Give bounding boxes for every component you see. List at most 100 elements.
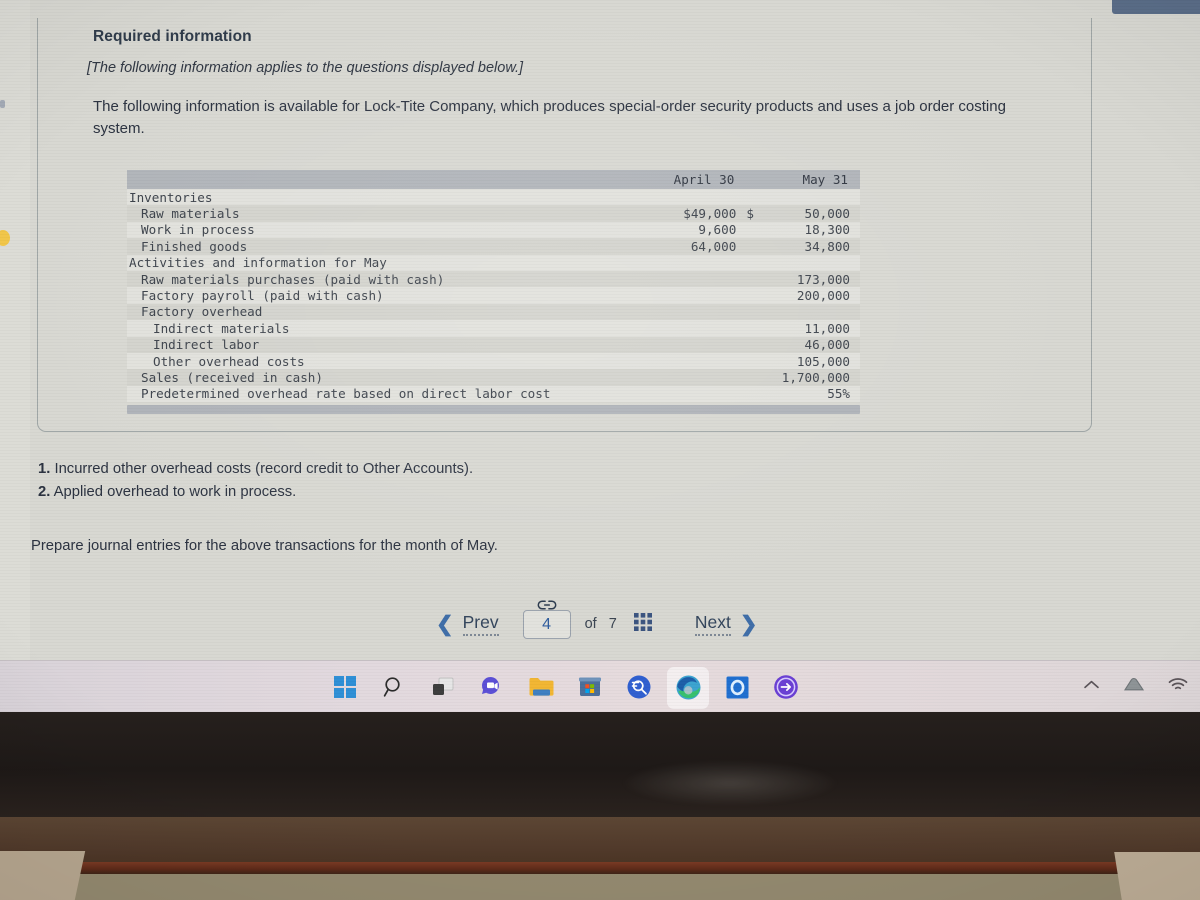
cell-may-31 [762, 255, 860, 271]
paper-right [1114, 852, 1200, 900]
left-edge-marker [0, 100, 5, 108]
search-button[interactable] [379, 672, 409, 702]
instruction-number: 2. [38, 483, 51, 500]
cell-april-30: $49,000 [683, 206, 737, 222]
cell-april-30 [656, 369, 747, 385]
paper-left [0, 851, 86, 900]
row-label: Indirect materials [153, 320, 290, 336]
search-app-button[interactable] [624, 672, 654, 702]
table-row: Activities and information for May [127, 254, 860, 271]
prev-button[interactable]: ❮ Prev [436, 612, 499, 637]
cell-currency-symbol [746, 369, 762, 385]
cell-april-30 [656, 255, 747, 271]
desk-lower-surface [0, 874, 1200, 900]
column-header-april-30: April 30 [655, 170, 747, 189]
page-of-label: of 7 [585, 616, 617, 632]
instruction-item: 2. Applied overhead to work in process. [38, 481, 473, 504]
link-icon[interactable] [537, 598, 557, 616]
chevron-left-icon: ❮ [436, 612, 454, 636]
row-label: Inventories [129, 189, 213, 205]
cell-currency-symbol [746, 271, 762, 287]
table-row: Raw materials $49,000 $50,000 [127, 205, 860, 221]
cell-currency-symbol: $ [746, 206, 754, 222]
company-description: The following information is available f… [93, 98, 1006, 137]
monitor-screen: Required information [The following info… [0, 0, 1200, 712]
page-left-rail [0, 0, 30, 660]
cell-currency-symbol [746, 386, 762, 402]
table-row: Indirect labor 46,000 [127, 337, 860, 353]
page-title: Required information [93, 28, 252, 45]
financial-data-table: April 30 May 31 Inventories Raw materials… [127, 170, 860, 415]
cell-currency-symbol [746, 255, 762, 271]
cell-currency-symbol [746, 320, 762, 336]
pagination-bar: ❮ Prev 4 of 7 Next ❯ [436, 599, 826, 648]
grid-icon[interactable] [633, 612, 653, 637]
show-hidden-icons-button[interactable] [1083, 678, 1100, 696]
bezel-reflection [620, 760, 840, 806]
table-row: Inventories [127, 189, 860, 206]
onedrive-button[interactable] [1123, 677, 1145, 697]
instruction-number: 1. [38, 461, 51, 477]
cell-april-30: 9,600 [698, 222, 737, 238]
table-row: Indirect materials 11,000 [127, 320, 860, 337]
row-label: Raw materials [141, 206, 240, 222]
table-row: Finished goods 64,000 34,800 [127, 238, 860, 254]
total-pages: 7 [608, 616, 617, 632]
outlook-button[interactable] [722, 672, 752, 702]
cell-april-30 [656, 353, 747, 369]
cell-currency-symbol [746, 353, 762, 369]
network-button[interactable] [1168, 677, 1188, 697]
cell-may-31: 46,000 [804, 337, 851, 353]
cell-may-31: 1,700,000 [781, 369, 850, 385]
cell-currency-symbol [746, 304, 762, 320]
cell-april-30 [656, 386, 747, 402]
prepare-instruction: Prepare journal entries for the above tr… [31, 538, 498, 554]
cell-may-31: 200,000 [796, 288, 850, 304]
cell-may-31: 55% [827, 386, 850, 402]
cell-april-30 [656, 189, 747, 205]
system-tray [1083, 661, 1188, 712]
cell-april-30 [656, 287, 747, 303]
row-label: Sales (received in cash) [141, 369, 323, 385]
next-label: Next [694, 612, 731, 636]
table-header-row: April 30 May 31 [127, 170, 860, 189]
page-number-group: 4 [522, 599, 571, 639]
next-button[interactable]: Next ❯ [694, 612, 757, 637]
app-button[interactable] [771, 672, 801, 702]
required-information-card: Required information [The following info… [37, 18, 1092, 432]
browser-page: Required information [The following info… [0, 0, 1200, 660]
table-row: Work in process 9,600 18,300 [127, 221, 860, 239]
applies-to-note: [The following information applies to th… [87, 60, 524, 76]
row-label: Finished goods [141, 238, 248, 254]
task-view-button[interactable] [428, 672, 458, 702]
table-row: Other overhead costs 105,000 [127, 352, 860, 370]
instruction-text: Incurred other overhead costs (record cr… [50, 461, 474, 477]
cell-april-30 [656, 320, 747, 336]
monitor-bezel [0, 712, 1200, 817]
cell-currency-symbol [746, 222, 762, 238]
taskbar-app-group [330, 661, 801, 712]
cell-april-30 [656, 271, 747, 287]
row-label: Factory payroll (paid with cash) [141, 288, 384, 304]
file-explorer-button[interactable] [526, 672, 556, 702]
cell-april-30 [656, 337, 747, 353]
row-label: Raw materials purchases (paid with cash) [141, 271, 445, 287]
row-label: Work in process [141, 222, 255, 238]
chat-button[interactable] [477, 672, 507, 702]
cell-currency-symbol [746, 337, 762, 353]
cell-may-31: 105,000 [796, 353, 850, 369]
row-label: Activities and information for May [129, 255, 387, 271]
cell-april-30: 64,000 [690, 238, 737, 254]
cell-may-31 [762, 304, 860, 320]
row-label: Factory overhead [141, 304, 263, 320]
windows-taskbar [0, 660, 1200, 712]
cell-may-31: 173,000 [796, 271, 850, 287]
table-row: Sales (received in cash) 1,700,000 [127, 369, 860, 385]
edge-button[interactable] [667, 667, 709, 709]
background-window-strip [1112, 0, 1200, 14]
microsoft-store-button[interactable] [575, 672, 605, 702]
start-button[interactable] [330, 672, 360, 702]
table-bottom-bar [127, 405, 860, 415]
cell-may-31: 18,300 [804, 222, 851, 238]
instruction-item: 1. Incurred other overhead costs (record… [38, 458, 473, 481]
